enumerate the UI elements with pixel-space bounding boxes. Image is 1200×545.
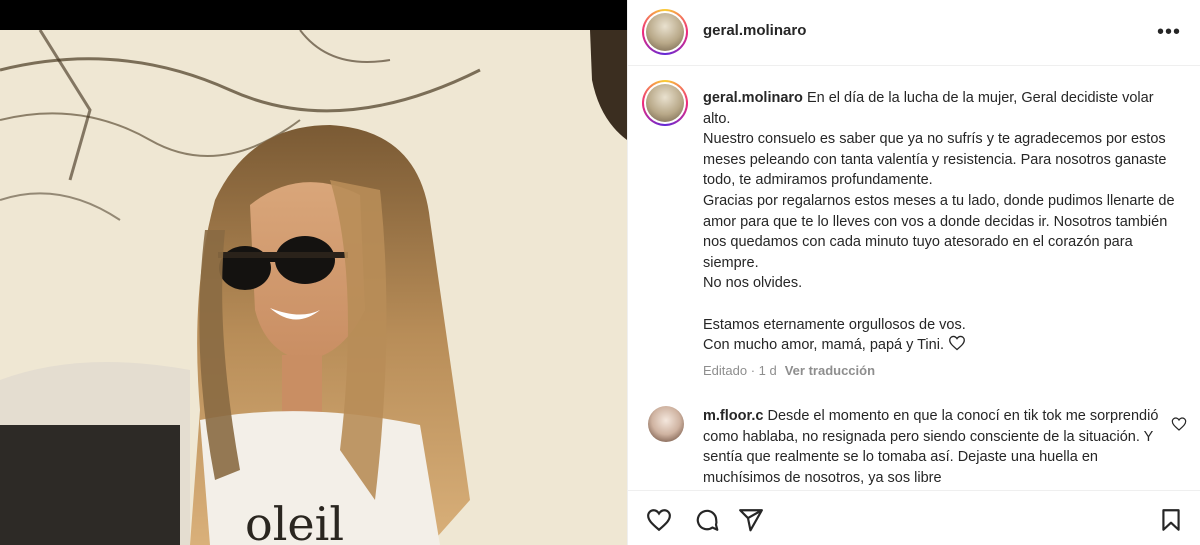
edited-time: Editado · 1 d <box>703 363 777 378</box>
post-photo-pane: oleil <box>0 0 627 545</box>
header-username[interactable]: geral.molinaro <box>703 22 806 39</box>
post-header: geral.molinaro ••• <box>628 0 1200 66</box>
comment-like-heart-icon[interactable] <box>1171 416 1187 432</box>
post-photo-image: oleil <box>0 30 627 545</box>
post-photo[interactable]: oleil <box>0 30 627 545</box>
comment-icon[interactable] <box>694 507 720 533</box>
shirt-text: oleil <box>245 497 344 545</box>
caption-body: En el día de la lucha de la mujer, Geral… <box>703 90 1175 354</box>
share-icon[interactable] <box>738 507 764 533</box>
post-details-panel: geral.molinaro ••• geral.molinaro En el … <box>627 0 1200 545</box>
comment-text: m.floor.c Desde el momento en que la con… <box>703 406 1163 488</box>
comments-scroll-area[interactable]: geral.molinaro En el día de la lucha de … <box>628 66 1200 490</box>
more-options-icon[interactable]: ••• <box>1157 22 1181 42</box>
bookmark-icon[interactable] <box>1158 507 1184 533</box>
heart-icon[interactable] <box>646 507 672 533</box>
comment-body: Desde el momento en que la conocí en tik… <box>703 408 1159 486</box>
caption-text: geral.molinaro En el día de la lucha de … <box>703 88 1178 356</box>
white-heart-emoji-icon <box>949 335 965 351</box>
comment-username[interactable]: m.floor.c <box>703 408 763 424</box>
photo-top-bar <box>0 0 627 30</box>
caption-avatar[interactable] <box>642 80 688 126</box>
caption-username[interactable]: geral.molinaro <box>703 90 803 106</box>
caption-meta: Editado · 1 d Ver traducción <box>703 363 875 378</box>
see-translation-link[interactable]: Ver traducción <box>785 363 875 378</box>
post-actions-bar <box>628 490 1200 545</box>
header-avatar[interactable] <box>642 9 688 55</box>
comment-avatar[interactable] <box>648 406 684 442</box>
